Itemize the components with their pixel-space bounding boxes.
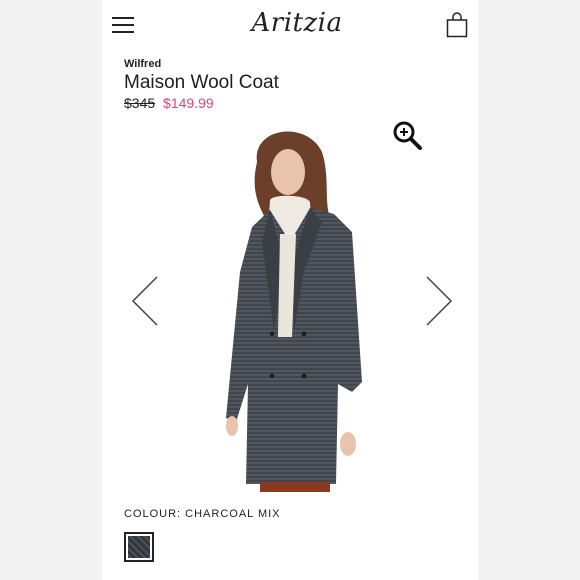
colour-swatch-charcoal-mix[interactable]: [124, 532, 154, 562]
colour-label: COLOUR: CHARCOAL MIX: [124, 508, 281, 520]
product-image[interactable]: [212, 122, 382, 500]
zoom-in-icon[interactable]: [392, 120, 422, 150]
site-logo[interactable]: Aritzia: [242, 8, 352, 38]
mobile-page: Aritzia Wilfred Maison Wool Coat $345 $1…: [102, 0, 478, 580]
top-nav-bar: Aritzia: [102, 0, 478, 52]
hamburger-icon[interactable]: [112, 17, 134, 33]
shopping-bag-icon[interactable]: [446, 12, 468, 38]
chevron-left-icon[interactable]: [130, 275, 160, 327]
swatch-fill: [128, 536, 150, 558]
product-brand: Wilfred: [124, 58, 162, 70]
price-row: $345 $149.99: [124, 95, 214, 111]
product-title: Maison Wool Coat: [124, 72, 279, 93]
chevron-right-icon[interactable]: [424, 275, 454, 327]
original-price: $345: [124, 95, 156, 111]
sale-price: $149.99: [163, 95, 214, 111]
